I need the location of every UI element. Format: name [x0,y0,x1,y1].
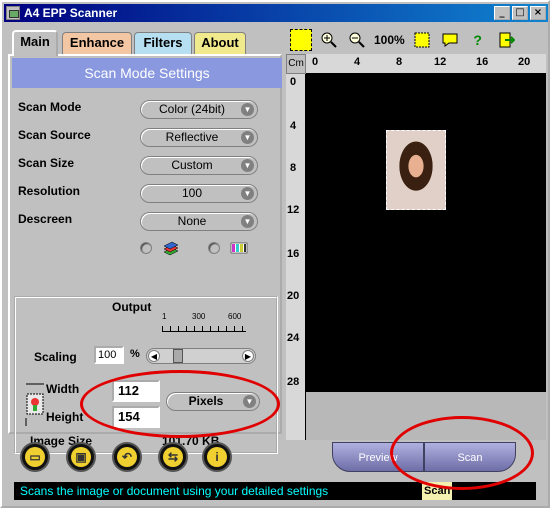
scan-mode-select[interactable]: Color (24bit) ▼ [140,100,258,119]
ruler-tick: 0 [290,76,297,88]
scanner-app-icon [6,6,20,20]
ruler-tick: 20 [518,56,531,68]
output-group: Output 1 300 600 Scaling 100 % ◀ ▶ Width… [14,296,280,454]
scale-ruler [162,326,246,332]
ruler-tick: 12 [287,204,300,216]
ruler-tick: 20 [287,290,300,302]
color-mode-radio[interactable] [140,242,152,254]
output-title: Output [112,300,152,314]
scanned-photo-thumbnail[interactable] [386,130,446,210]
annotation-oval [390,416,534,490]
chevron-down-icon: ▼ [241,159,254,172]
scan-size-label: Scan Size [18,156,75,170]
resolution-value: 100 [181,186,203,200]
window-title: A4 EPP Scanner [24,6,118,20]
action-bar: ▭ ▣ ↶ ⇆ i [6,438,286,478]
title-bar: A4 EPP Scanner _ □ × [4,4,548,22]
scale-tick-label: 600 [228,312,242,321]
info-button[interactable]: i [202,442,232,472]
ruler-tick: 16 [287,248,300,260]
fit-button[interactable]: ⇆ [158,442,188,472]
chevron-down-icon: ▼ [241,187,254,200]
scan-mode-label: Scan Mode [18,100,82,114]
main-tab-body: Scan Mode Settings Scan Mode Color (24bi… [8,54,282,454]
scale-tick-label: 1 [162,312,167,321]
fit-icon: ⇆ [163,447,183,467]
maximize-button[interactable]: □ [512,6,528,20]
exit-icon[interactable] [495,29,517,51]
height-label: Height [46,410,84,424]
preview-canvas[interactable] [306,74,546,392]
annotation-oval [80,370,280,438]
fit-window-icon[interactable] [411,29,433,51]
info-icon: i [207,447,227,467]
scaling-label: Scaling [34,350,77,364]
descreen-select[interactable]: None ▼ [140,212,258,231]
mono-mode-radio[interactable] [208,242,220,254]
zoom-100-button[interactable]: 100% [374,33,405,47]
preview-panel: 100% ? Cm 0 4 8 12 16 20 0 4 8 12 16 20 … [286,26,548,440]
select-area-icon[interactable] [290,29,312,51]
ruler-tick: 8 [290,162,297,174]
zoom-out-icon[interactable] [346,29,368,51]
help-icon[interactable]: ? [467,29,489,51]
slider-right-arrow[interactable]: ▶ [242,350,254,362]
undo-icon: ↶ [117,447,137,467]
open-button[interactable]: ▭ [20,442,50,472]
undo-button[interactable]: ↶ [112,442,142,472]
scan-mode-value: Color (24bit) [158,102,226,116]
slider-left-arrow[interactable]: ◀ [148,350,160,362]
save-button[interactable]: ▣ [66,442,96,472]
halftone-icon [230,242,248,254]
scan-source-select[interactable]: Reflective ▼ [140,128,258,147]
scaling-unit: % [130,348,140,360]
ruler-tick: 28 [287,376,300,388]
ruler-unit: Cm [286,54,306,74]
zoom-in-icon[interactable] [318,29,340,51]
scale-tick-label: 300 [192,312,206,321]
ruler-tick: 24 [287,332,300,344]
descreen-value: None [177,214,207,228]
ruler-tick: 12 [434,56,447,68]
ruler-tick: 8 [396,56,403,68]
tab-main[interactable]: Main [12,30,58,56]
chevron-down-icon: ▼ [241,103,254,116]
color-layers-icon [163,241,179,256]
ruler-tick: 0 [312,56,319,68]
resolution-select[interactable]: 100 ▼ [140,184,258,203]
aspect-lock-icon[interactable] [24,380,46,428]
tab-about[interactable]: About [194,32,246,54]
scanner-window: A4 EPP Scanner _ □ × Main Enhance Filter… [0,0,550,508]
scaling-slider[interactable]: ◀ ▶ [146,348,256,364]
close-button[interactable]: × [530,6,546,20]
panel-header: Scan Mode Settings [12,58,282,88]
scan-source-label: Scan Source [18,128,91,142]
slider-thumb[interactable] [173,349,183,363]
resolution-label: Resolution [18,184,80,198]
comment-icon[interactable] [439,29,461,51]
tab-filters[interactable]: Filters [134,32,192,54]
descreen-label: Descreen [18,212,73,226]
width-label: Width [46,382,80,396]
scan-size-select[interactable]: Custom ▼ [140,156,258,175]
scaling-input[interactable]: 100 [94,346,124,364]
ruler-left: 0 4 8 12 16 20 24 28 [286,74,306,440]
settings-panel: Main Enhance Filters About Scan Mode Set… [6,26,284,454]
ruler-tick: 4 [290,120,297,132]
folder-icon: ▭ [25,447,45,467]
chevron-down-icon: ▼ [241,215,254,228]
scan-source-value: Reflective [165,130,219,144]
ruler-tick: 4 [354,56,361,68]
ruler-tick: 16 [476,56,489,68]
tab-enhance[interactable]: Enhance [62,32,132,54]
ruler-top: 0 4 8 12 16 20 [306,54,546,74]
scan-size-value: Custom [171,158,213,172]
preview-toolbar: 100% ? [286,26,548,54]
disk-icon: ▣ [71,447,91,467]
chevron-down-icon: ▼ [241,131,254,144]
minimize-button[interactable]: _ [494,6,510,20]
